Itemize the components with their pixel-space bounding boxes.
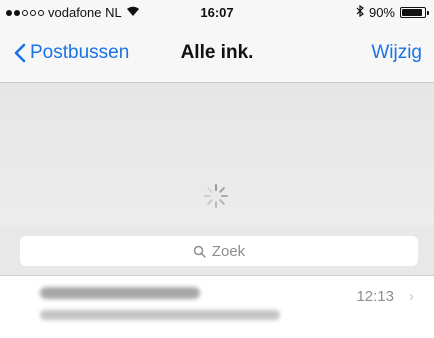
search-placeholder: Zoek: [211, 242, 246, 260]
spinner-icon: [204, 184, 228, 208]
page-title: Alle ink.: [180, 42, 254, 63]
edit-button[interactable]: Wijzig: [371, 42, 422, 64]
mail-subject-blurred: [40, 310, 280, 320]
status-bar: vodafone NL 16:07 90%: [0, 0, 434, 26]
bluetooth-icon: [356, 4, 364, 20]
search-field[interactable]: Zoek: [20, 236, 418, 266]
battery-icon: [400, 7, 429, 18]
magnifier-icon: [193, 245, 206, 258]
mail-sender-blurred: [40, 287, 200, 299]
navigation-bar: Postbussen Alle ink. Wijzig: [0, 26, 434, 83]
chevron-right-icon: ›: [409, 288, 414, 305]
battery-percent: 90%: [368, 5, 395, 20]
status-right: 90%: [356, 4, 429, 20]
mail-list-item[interactable]: 12:13 ›: [0, 276, 434, 338]
mail-time: 12:13: [356, 288, 394, 305]
pull-to-refresh-area: [0, 83, 434, 225]
search-bar-container: Zoek: [0, 225, 434, 276]
